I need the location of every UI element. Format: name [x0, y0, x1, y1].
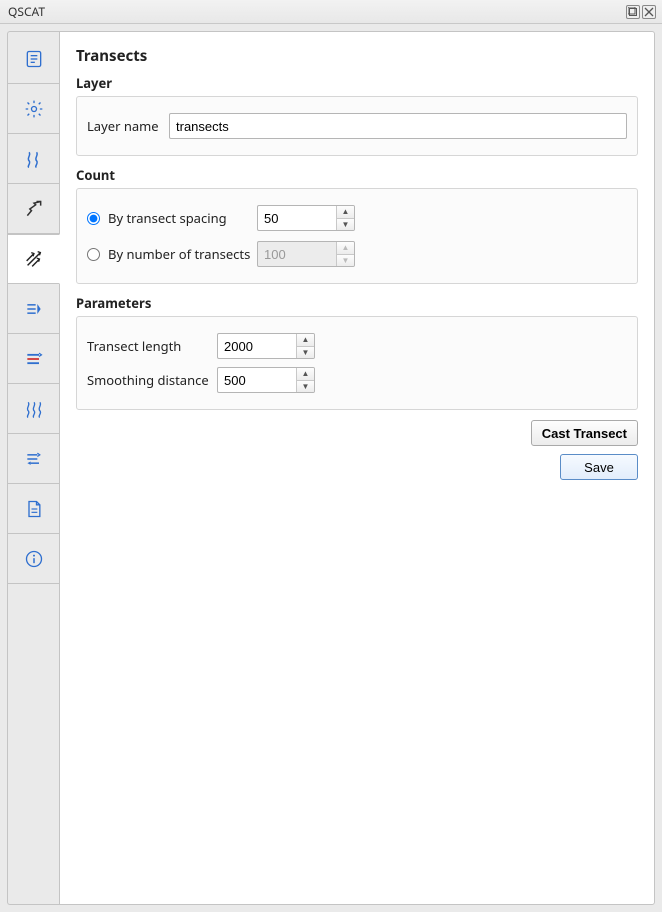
waves-icon	[23, 148, 45, 170]
smoothing-spinbox[interactable]: ▲ ▼	[217, 367, 315, 393]
section-count-title: Count	[76, 166, 638, 184]
list-icon	[23, 48, 45, 70]
spacing-step-down[interactable]: ▼	[337, 219, 354, 231]
number-step-down: ▼	[337, 255, 354, 267]
sidebar-item-transects[interactable]	[8, 234, 60, 284]
content-area: Transects Layer Layer name Count By tran…	[59, 31, 655, 905]
detach-button[interactable]	[626, 5, 640, 19]
radio-by-number-label: By number of transects	[108, 245, 250, 263]
sidebar	[7, 31, 59, 905]
flow-return-icon	[23, 448, 45, 470]
titlebar: QSCAT	[0, 0, 662, 24]
radio-by-spacing-label: By transect spacing	[108, 209, 227, 227]
sidebar-item-about[interactable]	[8, 534, 59, 584]
transects-icon	[23, 248, 45, 270]
length-value[interactable]	[218, 334, 296, 358]
length-step-down[interactable]: ▼	[297, 347, 314, 359]
radio-by-spacing[interactable]: By transect spacing	[87, 209, 257, 227]
spacing-spinbox[interactable]: ▲ ▼	[257, 205, 355, 231]
radio-by-number[interactable]: By number of transects	[87, 245, 257, 263]
radio-by-spacing-input[interactable]	[87, 212, 100, 225]
sidebar-item-overview[interactable]	[8, 34, 59, 84]
sidebar-item-compute[interactable]	[8, 284, 59, 334]
layer-group: Layer name	[76, 96, 638, 156]
triple-wave-icon	[23, 398, 45, 420]
close-button[interactable]	[642, 5, 656, 19]
length-step-up[interactable]: ▲	[297, 334, 314, 347]
flow-right-icon	[23, 298, 45, 320]
info-icon	[23, 548, 45, 570]
spacing-step-up[interactable]: ▲	[337, 206, 354, 219]
smoothing-step-up[interactable]: ▲	[297, 368, 314, 381]
sidebar-item-settings[interactable]	[8, 84, 59, 134]
window-title: QSCAT	[6, 3, 624, 20]
sidebar-item-rates[interactable]	[8, 384, 59, 434]
section-layer-title: Layer	[76, 74, 638, 92]
document-icon	[23, 498, 45, 520]
transect-length-label: Transect length	[87, 337, 217, 355]
number-step-up: ▲	[337, 242, 354, 255]
radio-by-number-input[interactable]	[87, 248, 100, 261]
smoothing-label: Smoothing distance	[87, 371, 217, 389]
section-parameters-title: Parameters	[76, 294, 638, 312]
number-spinbox: ▲ ▼	[257, 241, 355, 267]
zigzag-up-icon	[23, 198, 45, 220]
save-button[interactable]: Save	[560, 454, 638, 480]
sidebar-item-compare[interactable]	[8, 334, 59, 384]
layer-name-input[interactable]	[169, 113, 627, 139]
gear-icon	[23, 98, 45, 120]
sidebar-item-shorelines[interactable]	[8, 134, 59, 184]
sidebar-item-report[interactable]	[8, 484, 59, 534]
parameters-group: Transect length ▲ ▼ Smoothing distance ▲…	[76, 316, 638, 410]
spacing-value[interactable]	[258, 206, 336, 230]
smoothing-step-down[interactable]: ▼	[297, 381, 314, 393]
smoothing-value[interactable]	[218, 368, 296, 392]
length-spinbox[interactable]: ▲ ▼	[217, 333, 315, 359]
count-group: By transect spacing ▲ ▼ By number of tra…	[76, 188, 638, 284]
number-value	[258, 242, 336, 266]
sidebar-item-baseline[interactable]	[8, 184, 59, 234]
layer-name-label: Layer name	[87, 117, 169, 135]
page-title: Transects	[76, 46, 638, 66]
sidebar-item-export[interactable]	[8, 434, 59, 484]
stack-colored-icon	[23, 348, 45, 370]
cast-transect-button[interactable]: Cast Transect	[531, 420, 638, 446]
